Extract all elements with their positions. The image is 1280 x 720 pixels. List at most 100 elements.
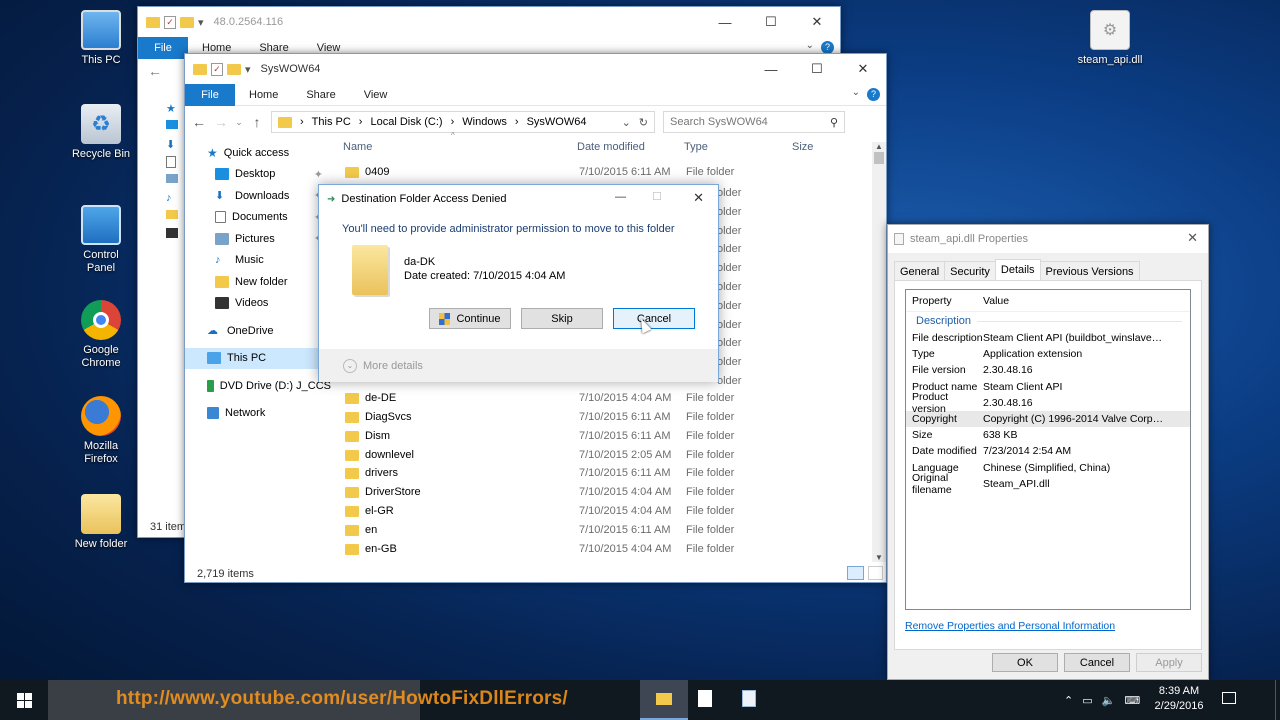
close-button[interactable]: ✕ bbox=[840, 54, 886, 84]
scroll-thumb[interactable] bbox=[874, 152, 884, 164]
cancel-button[interactable]: Cancel bbox=[613, 308, 695, 329]
nav-item-downloads[interactable]: ⬇ Downloads ✦ bbox=[185, 185, 331, 207]
file-row[interactable]: de-DE 7/10/2015 4:04 AM File folder bbox=[345, 389, 734, 408]
nav-item-documents[interactable]: Documents ✦ bbox=[185, 207, 331, 229]
close-button[interactable]: ✕ bbox=[1187, 230, 1198, 246]
refresh-icon[interactable]: ↻ bbox=[639, 116, 648, 129]
file-row[interactable]: Dism 7/10/2015 6:11 AM File folder bbox=[345, 427, 734, 446]
cancel-button[interactable]: Cancel bbox=[1064, 653, 1130, 672]
chevron-down-icon[interactable]: ⌄ bbox=[622, 116, 631, 129]
breadcrumb-local-disk[interactable]: Local Disk (C:) bbox=[370, 116, 442, 128]
nav-item-onedrive[interactable]: ☁ OneDrive bbox=[185, 320, 331, 342]
breadcrumb-syswow64[interactable]: SysWOW64 bbox=[527, 116, 587, 128]
up-icon[interactable]: ↑ bbox=[249, 114, 265, 130]
skip-button[interactable]: Skip bbox=[521, 308, 603, 329]
property-row[interactable]: Date modified 7/23/2014 2:54 AM bbox=[906, 443, 1190, 459]
scroll-up-icon[interactable]: ▲ bbox=[872, 142, 886, 151]
nav-item-pictures[interactable]: Pictures ✦ bbox=[185, 228, 331, 250]
property-row[interactable]: File version 2.30.48.16 bbox=[906, 362, 1190, 378]
show-desktop-button[interactable] bbox=[1275, 680, 1280, 720]
more-details-toggle[interactable]: ⌄ More details bbox=[319, 349, 718, 382]
nav-item-quick-access[interactable]: ★ Quick access bbox=[185, 142, 331, 164]
continue-button[interactable]: Continue bbox=[429, 308, 511, 329]
chevron-up-icon[interactable]: ⌃ bbox=[1064, 694, 1073, 707]
recent-locations-icon[interactable]: ⌄ bbox=[235, 117, 243, 128]
minimize-button[interactable]: — bbox=[615, 191, 626, 203]
taskbar-app-notepad[interactable] bbox=[728, 680, 772, 720]
close-button[interactable]: ✕ bbox=[693, 190, 704, 206]
properties-title-bar[interactable]: steam_api.dll Properties bbox=[888, 225, 1208, 253]
property-row[interactable]: File description Steam Client API (buildb… bbox=[906, 330, 1190, 346]
taskbar-app-explorer[interactable] bbox=[640, 680, 688, 720]
back-icon[interactable]: ← bbox=[148, 63, 162, 79]
desktop-icon-firefox[interactable]: Mozilla Firefox bbox=[64, 396, 138, 466]
tab-file[interactable]: File bbox=[185, 83, 235, 106]
pin-icon[interactable]: ✦ bbox=[314, 168, 323, 181]
large-icons-view-icon[interactable] bbox=[868, 566, 883, 580]
tab-file[interactable]: File bbox=[138, 36, 188, 59]
address-bar[interactable]: › This PC › Local Disk (C:) › Windows › … bbox=[271, 111, 655, 133]
ok-button[interactable]: OK bbox=[992, 653, 1058, 672]
nav-item-new-folder[interactable]: New folder bbox=[185, 271, 331, 293]
nav-item-dvd-drive[interactable]: DVD Drive (D:) J_CCS bbox=[185, 375, 331, 397]
tab-share[interactable]: Share bbox=[245, 42, 302, 54]
file-row[interactable]: 0409 7/10/2015 6:11 AM File folder bbox=[345, 163, 734, 182]
desktop-icon-recycle-bin[interactable]: ♻ Recycle Bin bbox=[64, 104, 138, 161]
close-button[interactable]: ✕ bbox=[794, 7, 840, 37]
chevron-down-icon[interactable]: ▾ bbox=[245, 63, 251, 76]
maximize-button[interactable]: ☐ bbox=[794, 54, 840, 84]
keyboard-icon[interactable]: ⌨ bbox=[1124, 694, 1140, 707]
remove-properties-link[interactable]: Remove Properties and Personal Informati… bbox=[905, 620, 1115, 632]
new-folder-icon[interactable] bbox=[180, 16, 194, 28]
file-row[interactable]: en 7/10/2015 6:11 AM File folder bbox=[345, 521, 734, 540]
nav-item-this-pc[interactable]: This PC bbox=[185, 347, 331, 369]
property-row[interactable]: Size 638 KB bbox=[906, 427, 1190, 443]
tab-view[interactable]: View bbox=[303, 42, 355, 54]
column-header-value[interactable]: Value bbox=[983, 295, 1009, 307]
vertical-scrollbar[interactable]: ▲ ▼ bbox=[872, 142, 886, 562]
search-input[interactable]: Search SysWOW64 ⚲ bbox=[663, 111, 845, 133]
nav-item-videos[interactable]: Videos bbox=[185, 293, 331, 315]
tab-share[interactable]: Share bbox=[292, 89, 349, 101]
properties-icon[interactable]: ✓ bbox=[211, 62, 223, 76]
column-header-type[interactable]: Type bbox=[684, 141, 792, 153]
desktop-icon-new-folder[interactable]: New folder bbox=[64, 494, 138, 551]
property-row[interactable]: Original filename Steam_API.dll bbox=[906, 472, 1190, 496]
tab-details[interactable]: Details bbox=[994, 259, 1041, 282]
property-row[interactable]: Type Application extension bbox=[906, 346, 1190, 362]
details-view-icon[interactable] bbox=[847, 566, 864, 580]
maximize-button[interactable]: ☐ bbox=[748, 7, 794, 37]
chevron-down-icon[interactable]: ⌄ bbox=[852, 87, 860, 98]
property-row[interactable]: Copyright Copyright (C) 1996-2014 Valve C… bbox=[906, 410, 1190, 428]
column-header-property[interactable]: Property bbox=[906, 295, 983, 307]
notifications-icon[interactable] bbox=[1222, 692, 1236, 704]
properties-window[interactable]: steam_api.dll Properties ✕ General Secur… bbox=[887, 224, 1209, 680]
file-row[interactable]: en-GB 7/10/2015 4:04 AM File folder bbox=[345, 540, 734, 559]
desktop-icon-control-panel[interactable]: Control Panel bbox=[64, 205, 138, 275]
breadcrumb-this-pc[interactable]: This PC bbox=[312, 116, 351, 128]
apply-button[interactable]: Apply bbox=[1136, 653, 1202, 672]
chevron-down-icon[interactable]: ▾ bbox=[198, 16, 204, 29]
network-tray-icon[interactable]: ▭ bbox=[1082, 694, 1092, 707]
file-row[interactable]: DiagSvcs 7/10/2015 6:11 AM File folder bbox=[345, 408, 734, 427]
chevron-down-icon[interactable]: ⌄ bbox=[806, 40, 814, 51]
column-header-name[interactable]: Name bbox=[343, 141, 577, 153]
volume-icon[interactable]: 🔈 bbox=[1102, 694, 1116, 707]
details-list[interactable]: Property Value Description File descript… bbox=[905, 289, 1191, 610]
nav-item-desktop[interactable]: Desktop ✦ bbox=[185, 164, 331, 186]
file-row[interactable]: DriverStore 7/10/2015 4:04 AM File folde… bbox=[345, 483, 734, 502]
breadcrumb-windows[interactable]: Windows bbox=[462, 116, 507, 128]
help-icon[interactable]: ? bbox=[867, 88, 880, 101]
desktop-icon-this-pc[interactable]: This PC bbox=[64, 10, 138, 67]
desktop-icon-chrome[interactable]: Google Chrome bbox=[64, 300, 138, 370]
file-row[interactable]: drivers 7/10/2015 6:11 AM File folder bbox=[345, 464, 734, 483]
properties-icon[interactable]: ✓ bbox=[164, 15, 176, 29]
tab-home[interactable]: Home bbox=[188, 42, 245, 54]
new-folder-icon[interactable] bbox=[227, 63, 241, 75]
tab-view[interactable]: View bbox=[350, 89, 402, 101]
back-icon[interactable]: ← bbox=[191, 114, 207, 130]
file-row[interactable]: downlevel 7/10/2015 2:05 AM File folder bbox=[345, 446, 734, 465]
desktop-icon-steam-api[interactable]: ⚙ steam_api.dll bbox=[1073, 10, 1147, 67]
nav-item-music[interactable]: ♪ Music bbox=[185, 250, 331, 272]
access-denied-dialog[interactable]: ➜ Destination Folder Access Denied — ☐ ✕… bbox=[318, 184, 719, 382]
